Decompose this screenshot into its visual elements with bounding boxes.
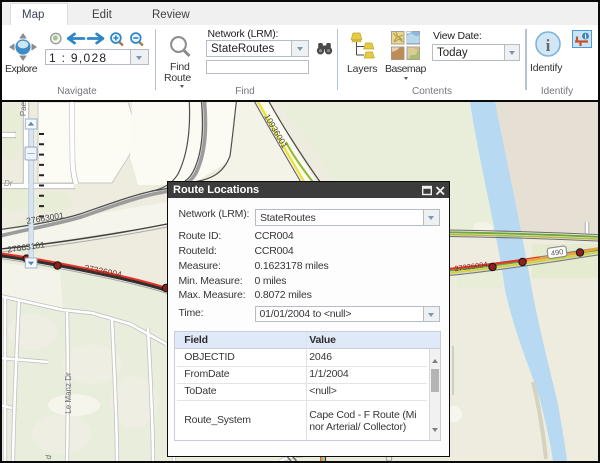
svg-text:i: i — [545, 36, 550, 55]
svg-text:Le Manz Dr: Le Manz Dr — [64, 372, 73, 414]
svg-text:490: 490 — [550, 247, 564, 258]
svg-text:Pae: Pae — [19, 102, 28, 116]
svg-text:Dr: Dr — [4, 179, 13, 188]
svg-text:i: i — [584, 31, 586, 40]
